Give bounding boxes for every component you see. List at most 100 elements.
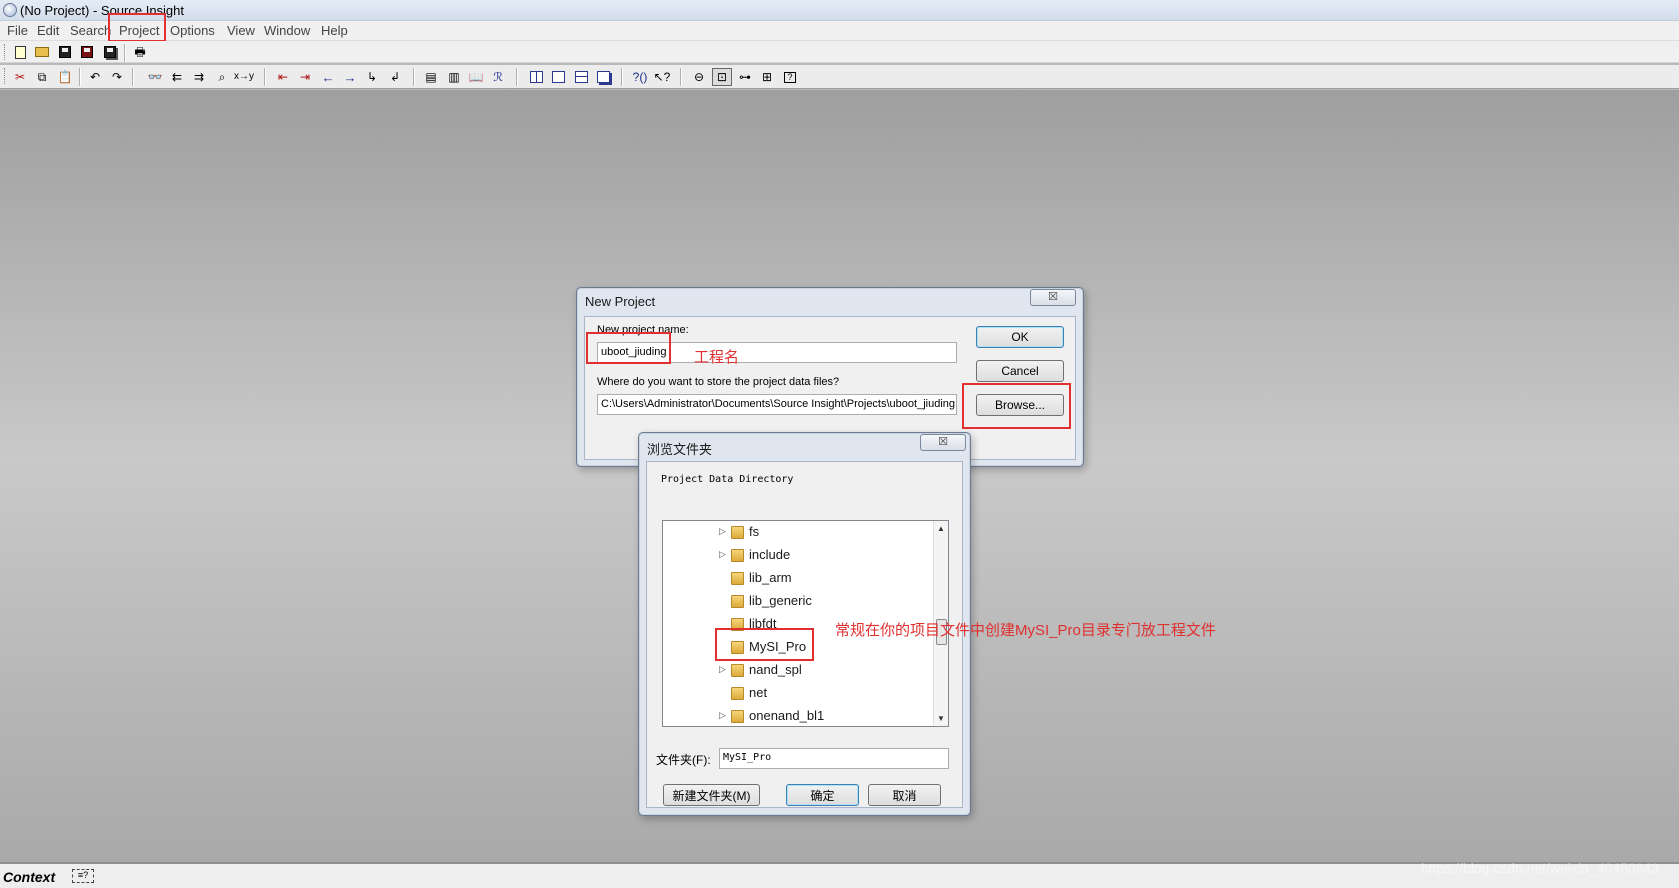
menu-edit[interactable]: Edit bbox=[35, 23, 61, 38]
jump-2-icon[interactable]: ↲ bbox=[385, 68, 405, 86]
expand-icon[interactable]: ▷ bbox=[719, 710, 726, 721]
app-icon bbox=[3, 3, 17, 17]
menu-view[interactable]: View bbox=[225, 23, 257, 38]
tree-item-include[interactable]: ▷ include bbox=[663, 544, 913, 566]
menu-window[interactable]: Window bbox=[262, 23, 312, 38]
folder-icon bbox=[731, 687, 744, 700]
toolbar-grip[interactable] bbox=[4, 68, 7, 84]
lookup-icon[interactable]: ?() bbox=[630, 68, 650, 86]
highlight-project-name bbox=[586, 332, 671, 364]
expand-icon[interactable]: ▷ bbox=[719, 664, 726, 675]
save-icon[interactable] bbox=[55, 43, 75, 61]
project-window-icon[interactable]: ▥ bbox=[444, 68, 464, 86]
save-as-icon[interactable] bbox=[77, 43, 97, 61]
folder-input[interactable]: MySI_Pro bbox=[719, 748, 949, 769]
folder-label: 文件夹(F): bbox=[656, 753, 711, 767]
menu-help[interactable]: Help bbox=[319, 23, 350, 38]
scroll-down-icon[interactable]: ▼ bbox=[937, 714, 945, 723]
bookmark-2-icon[interactable]: ⇥ bbox=[295, 68, 315, 86]
replace-icon[interactable]: x→y bbox=[234, 68, 254, 86]
tree-item-label: include bbox=[749, 547, 791, 562]
folder-icon bbox=[731, 664, 744, 677]
tree-item-label: onenand_bl1 bbox=[749, 708, 825, 723]
copy-icon[interactable]: ⧉ bbox=[32, 68, 52, 86]
main-toolbar: ✂ ⧉ 📋 ↶ ↷ 👓 ⇇ ⇉ ⌕ x→y ⇤ ⇥ ← → ↳ ↲ ▤ ▥ 📖 … bbox=[0, 65, 1679, 89]
new-folder-button[interactable]: 新建文件夹(M) bbox=[663, 784, 760, 806]
menu-file[interactable]: File bbox=[5, 23, 30, 38]
toolbar-separator bbox=[413, 68, 415, 86]
tree-item-label: lib_generic bbox=[749, 593, 812, 608]
highlight-browse-button bbox=[962, 383, 1071, 429]
toolbar-separator bbox=[621, 68, 623, 86]
expand-icon[interactable]: ▷ bbox=[719, 549, 726, 560]
ok-button[interactable]: OK bbox=[976, 326, 1064, 348]
close-icon[interactable]: ☒ bbox=[1030, 289, 1076, 306]
new-file-icon[interactable] bbox=[10, 43, 30, 61]
undo-icon[interactable]: ↶ bbox=[85, 68, 105, 86]
search-backward-icon[interactable]: ⇇ bbox=[167, 68, 187, 86]
symbol-window-icon[interactable]: ▤ bbox=[421, 68, 441, 86]
tree-item-onenand-bl1[interactable]: ▷ onenand_bl1 bbox=[663, 705, 913, 726]
redo-icon[interactable]: ↷ bbox=[107, 68, 127, 86]
browse-icon[interactable]: 📖 bbox=[466, 68, 486, 86]
tree-item-net[interactable]: net bbox=[663, 682, 913, 704]
menu-options[interactable]: Options bbox=[168, 23, 217, 38]
toolbar-grip[interactable] bbox=[4, 44, 7, 60]
context-label: Context bbox=[3, 869, 56, 885]
toolbar-separator bbox=[264, 68, 266, 86]
folder-icon bbox=[731, 710, 744, 723]
layout-1-icon[interactable] bbox=[526, 68, 546, 86]
highlight-mysi-pro-folder bbox=[715, 628, 814, 661]
toolbar-separator bbox=[516, 68, 518, 86]
tree-item-label: net bbox=[749, 685, 768, 700]
project-path-input[interactable]: C:\Users\Administrator\Documents\Source … bbox=[597, 394, 957, 415]
menu-search[interactable]: Search bbox=[68, 23, 113, 38]
tree-item-lib-arm[interactable]: lib_arm bbox=[663, 567, 913, 589]
layout-3-icon[interactable] bbox=[571, 68, 591, 86]
layout-4-icon[interactable] bbox=[593, 68, 613, 86]
expand-icon[interactable]: ▷ bbox=[719, 526, 726, 537]
scroll-up-icon[interactable]: ▲ bbox=[937, 524, 945, 533]
tree-item-nand-spl[interactable]: ▷ nand_spl bbox=[663, 659, 913, 681]
confirm-button[interactable]: 确定 bbox=[786, 784, 859, 806]
tree-item-lib-generic[interactable]: lib_generic bbox=[663, 590, 913, 612]
sync-icon[interactable]: ⊖ bbox=[689, 68, 709, 86]
tree-item-label: fs bbox=[749, 524, 760, 539]
dialog-title: 浏览文件夹 bbox=[647, 442, 713, 457]
context-help-icon[interactable]: ↖? bbox=[652, 68, 672, 86]
save-all-icon[interactable] bbox=[100, 43, 120, 61]
jump-icon[interactable]: ↳ bbox=[362, 68, 382, 86]
folder-icon bbox=[731, 526, 744, 539]
clip-window-icon[interactable]: ⊞ bbox=[757, 68, 777, 86]
dialog-title: New Project bbox=[585, 294, 656, 309]
tree-item-fs[interactable]: ▷ fs bbox=[663, 521, 913, 543]
tree-item-label: nand_spl bbox=[749, 662, 802, 677]
open-file-icon[interactable] bbox=[32, 43, 52, 61]
go-forward-icon[interactable]: → bbox=[340, 68, 360, 86]
context-window-icon[interactable]: ⊡ bbox=[712, 68, 732, 86]
paste-icon[interactable]: 📋 bbox=[55, 68, 75, 86]
search-files-icon[interactable]: ⌕ bbox=[212, 68, 232, 86]
go-back-icon[interactable]: ← bbox=[318, 68, 338, 86]
folder-icon bbox=[731, 549, 744, 562]
close-icon[interactable]: ☒ bbox=[920, 434, 966, 451]
search-forward-icon[interactable]: ⇉ bbox=[189, 68, 209, 86]
folder-icon bbox=[731, 595, 744, 608]
toolbar-separator bbox=[124, 44, 126, 62]
print-icon[interactable]: 🖶 bbox=[130, 43, 150, 61]
cancel-button[interactable]: Cancel bbox=[976, 360, 1064, 382]
help-icon[interactable]: ? bbox=[780, 68, 800, 86]
folder-icon bbox=[731, 572, 744, 585]
cancel-button[interactable]: 取消 bbox=[868, 784, 941, 806]
relation-icon[interactable]: ℛ bbox=[488, 68, 508, 86]
context-window-icon[interactable]: ≡? bbox=[72, 869, 94, 883]
cut-icon[interactable]: ✂ bbox=[10, 68, 30, 86]
menu-bar: File Edit Search Project Options View Wi… bbox=[0, 13, 1679, 42]
relation-window-icon[interactable]: ⊶ bbox=[735, 68, 755, 86]
bookmark-icon[interactable]: ⇤ bbox=[273, 68, 293, 86]
watermark: https://blog.csdn.net/weixin_40450943 bbox=[1420, 860, 1659, 876]
layout-2-icon[interactable] bbox=[548, 68, 568, 86]
tree-item-label: lib_arm bbox=[749, 570, 792, 585]
search-icon[interactable]: 👓 bbox=[145, 68, 165, 86]
file-toolbar: 🖶 bbox=[0, 41, 1679, 63]
